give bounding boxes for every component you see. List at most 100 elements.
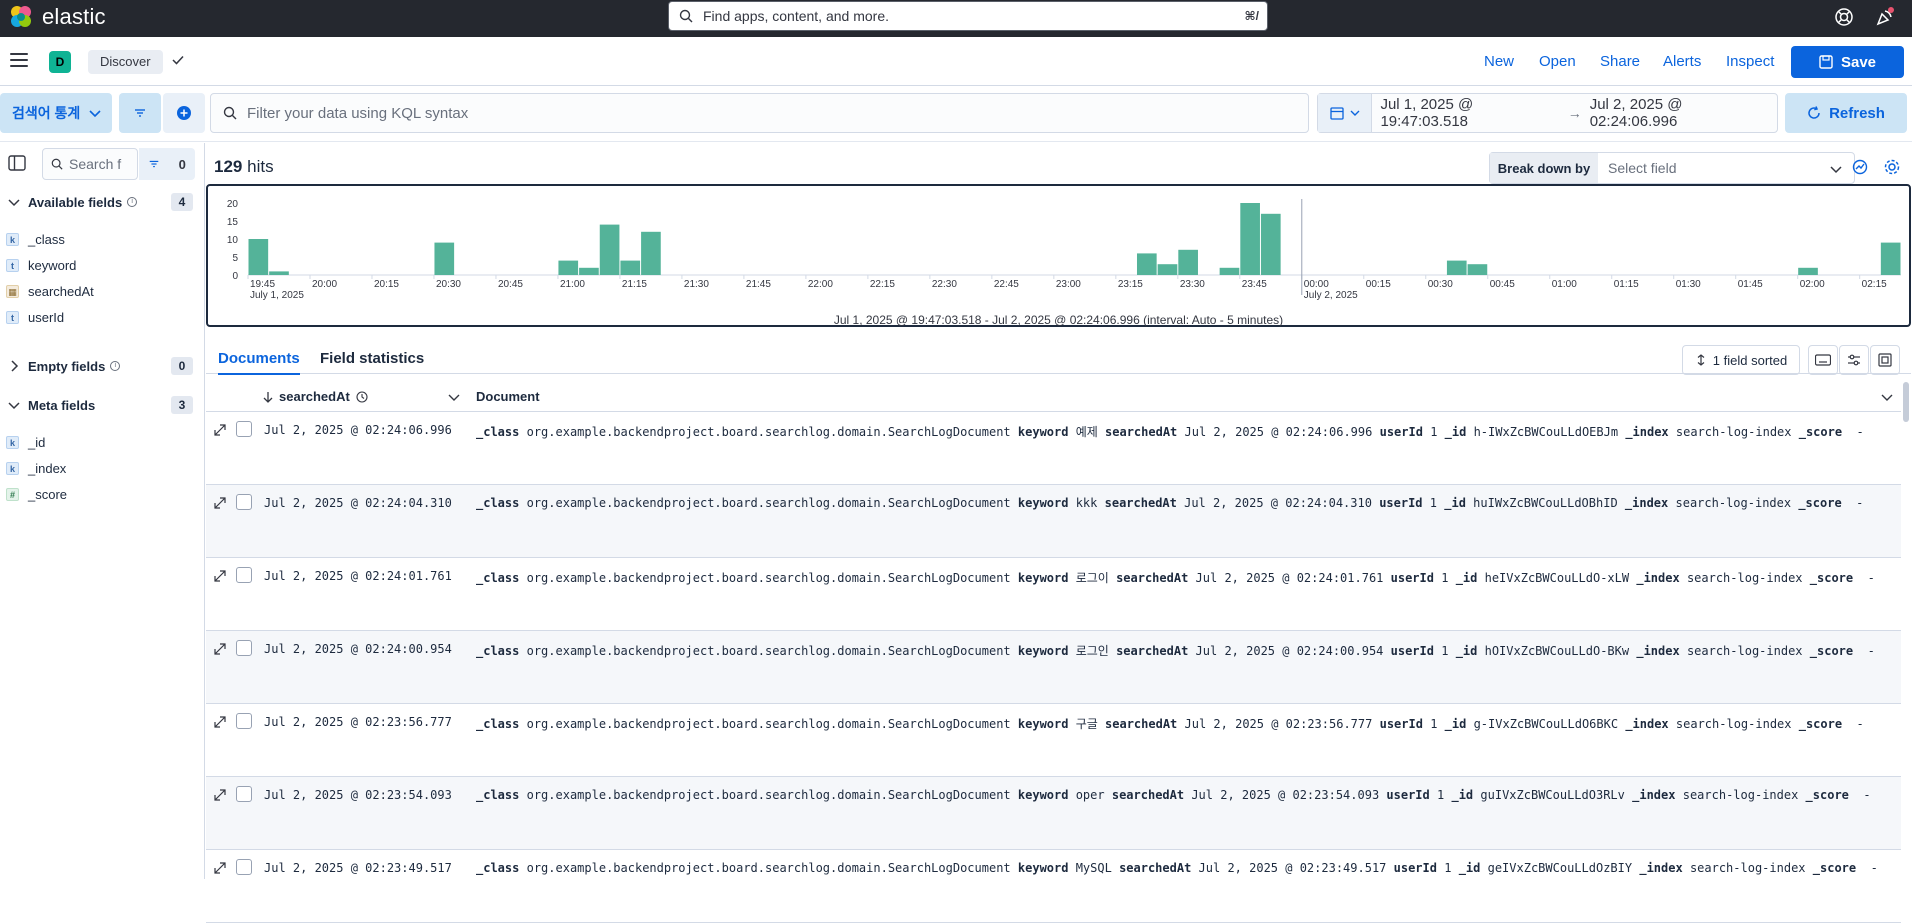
- histogram-bar[interactable]: [1467, 264, 1488, 275]
- table-row[interactable]: Jul 2, 2025 @ 02:24:01.761 _class org.exa…: [206, 558, 1901, 631]
- histogram-bar[interactable]: [1219, 267, 1240, 275]
- histogram-bar[interactable]: [269, 271, 289, 275]
- fullscreen-button[interactable]: [1870, 345, 1900, 375]
- open-link[interactable]: Open: [1539, 53, 1576, 70]
- table-row[interactable]: Jul 2, 2025 @ 02:24:00.954 _class org.exa…: [206, 631, 1901, 704]
- sidebar-toggle-icon[interactable]: [8, 155, 26, 171]
- text-type-icon: t: [6, 258, 19, 272]
- fullscreen-icon: [1878, 353, 1892, 367]
- expand-icon[interactable]: [214, 570, 226, 582]
- data-view-picker[interactable]: 검색어 통계: [0, 93, 112, 133]
- row-checkbox[interactable]: [236, 567, 252, 583]
- breakdown-selector[interactable]: Break down by Select field: [1489, 152, 1855, 184]
- column-header-document[interactable]: Document: [476, 389, 540, 404]
- share-link[interactable]: Share: [1600, 53, 1640, 70]
- column-menu-icon[interactable]: [1881, 391, 1893, 403]
- column-header-searchedat[interactable]: searchedAt: [263, 389, 368, 404]
- row-checkbox[interactable]: [236, 786, 252, 802]
- field-index[interactable]: k _index: [6, 458, 66, 478]
- new-link[interactable]: New: [1484, 53, 1514, 70]
- column-menu-icon[interactable]: [448, 391, 460, 403]
- hits-count: 129: [214, 157, 243, 176]
- table-row[interactable]: Jul 2, 2025 @ 02:23:56.777 _class org.exa…: [206, 704, 1901, 777]
- tab-documents[interactable]: Documents: [218, 350, 300, 375]
- elastic-logo[interactable]: elastic: [8, 4, 106, 30]
- row-checkbox[interactable]: [236, 859, 252, 875]
- histogram-bar[interactable]: [599, 224, 620, 275]
- kql-query-input[interactable]: Filter your data using KQL syntax: [210, 93, 1309, 133]
- field-keyword[interactable]: t keyword: [6, 255, 76, 275]
- histogram-bar[interactable]: [434, 242, 455, 275]
- quick-select-button[interactable]: [1318, 94, 1373, 132]
- time-start[interactable]: Jul 1, 2025 @ 19:47:03.518: [1372, 96, 1567, 130]
- time-end[interactable]: Jul 2, 2025 @ 02:24:06.996: [1582, 96, 1777, 130]
- elastic-logo-icon: [11, 6, 31, 27]
- filter-menu-button[interactable]: [119, 93, 161, 133]
- table-row[interactable]: Jul 2, 2025 @ 02:23:49.517 _class org.exa…: [206, 850, 1901, 923]
- field-id[interactable]: k _id: [6, 432, 45, 452]
- save-button[interactable]: Save: [1791, 46, 1904, 78]
- checkmark-icon: [172, 55, 184, 65]
- chart-caption: Jul 1, 2025 @ 19:47:03.518 - Jul 2, 2025…: [833, 313, 1284, 327]
- expand-icon[interactable]: [214, 424, 226, 436]
- number-type-icon: #: [6, 487, 19, 501]
- empty-fields-count: 0: [171, 357, 193, 375]
- tab-field-statistics[interactable]: Field statistics: [320, 350, 424, 367]
- expand-icon[interactable]: [214, 497, 226, 509]
- alerts-link[interactable]: Alerts: [1663, 53, 1701, 70]
- histogram-bar[interactable]: [248, 239, 269, 275]
- histogram-bar[interactable]: [620, 260, 641, 275]
- global-search-input[interactable]: Find apps, content, and more. ⌘/: [668, 1, 1268, 31]
- expand-icon[interactable]: [214, 716, 226, 728]
- histogram-bar[interactable]: [579, 267, 599, 275]
- histogram-bar[interactable]: [1240, 203, 1260, 275]
- histogram-bar[interactable]: [1880, 242, 1901, 275]
- expand-icon[interactable]: [214, 789, 226, 801]
- field-score[interactable]: # _score: [6, 484, 67, 504]
- breakdown-field-select[interactable]: Select field: [1598, 153, 1854, 183]
- row-checkbox[interactable]: [236, 640, 252, 656]
- histogram-bar[interactable]: [558, 260, 579, 275]
- histogram-bar[interactable]: [1178, 249, 1198, 275]
- chart-options-icon[interactable]: [1851, 158, 1869, 176]
- sort-fields-button[interactable]: 1 field sorted: [1682, 345, 1800, 375]
- refresh-button[interactable]: Refresh: [1785, 93, 1907, 133]
- table-row[interactable]: Jul 2, 2025 @ 02:24:04.310 _class org.exa…: [206, 485, 1901, 558]
- space-avatar[interactable]: D: [49, 51, 71, 73]
- histogram-bar[interactable]: [1260, 213, 1281, 275]
- meta-fields-header[interactable]: Meta fields 3: [0, 394, 205, 416]
- field-type-filter-button[interactable]: 0: [139, 148, 195, 180]
- field-class[interactable]: k _class: [6, 229, 65, 249]
- field-search-input[interactable]: Search f: [42, 148, 138, 180]
- date-picker[interactable]: Jul 1, 2025 @ 19:47:03.518 → Jul 2, 2025…: [1317, 93, 1778, 133]
- keyboard-shortcuts-button[interactable]: [1808, 345, 1838, 375]
- row-checkbox[interactable]: [236, 713, 252, 729]
- table-row[interactable]: Jul 2, 2025 @ 02:24:06.996 _class org.exa…: [206, 412, 1901, 485]
- table-row[interactable]: Jul 2, 2025 @ 02:23:54.093 _class org.exa…: [206, 777, 1901, 850]
- gear-icon[interactable]: [1883, 158, 1901, 176]
- expand-icon[interactable]: [214, 862, 226, 874]
- histogram-bar[interactable]: [1798, 267, 1818, 275]
- field-userid[interactable]: t userId: [6, 307, 64, 327]
- newsfeed-icon[interactable]: [1874, 6, 1896, 28]
- breadcrumb-discover[interactable]: Discover: [88, 50, 163, 74]
- histogram-chart[interactable]: 20 15 10 5 0 19:45 20:00 20:15 20:30 20:45 21:00 21…: [206, 184, 1911, 327]
- menu-icon[interactable]: [10, 53, 28, 69]
- histogram-bar[interactable]: [1446, 260, 1467, 275]
- display-settings-button[interactable]: [1839, 345, 1869, 375]
- help-icon[interactable]: [1833, 6, 1855, 28]
- histogram-bar[interactable]: [641, 231, 661, 275]
- x-tick-label: 01:45: [1738, 279, 1763, 290]
- field-searchedat[interactable]: ▦ searchedAt: [6, 281, 94, 301]
- add-filter-button[interactable]: [163, 93, 205, 133]
- histogram-bar[interactable]: [1136, 253, 1157, 275]
- row-checkbox[interactable]: [236, 494, 252, 510]
- grid-scrollbar[interactable]: [1903, 382, 1909, 422]
- histogram-bar[interactable]: [1157, 264, 1178, 275]
- row-checkbox[interactable]: [236, 421, 252, 437]
- field-name: _id: [28, 434, 46, 450]
- expand-icon[interactable]: [214, 643, 226, 655]
- available-fields-header[interactable]: Available fields i 4: [0, 191, 205, 213]
- empty-fields-header[interactable]: Empty fields i 0: [0, 355, 205, 377]
- inspect-link[interactable]: Inspect: [1726, 53, 1774, 70]
